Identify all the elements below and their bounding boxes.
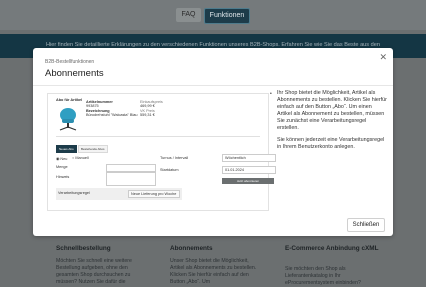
radio-neu-label: Neu bbox=[60, 157, 68, 161]
tab-neues-abo[interactable]: Neues Abo bbox=[56, 145, 77, 153]
modal-category: B2B-Bestellfunktionen bbox=[45, 59, 95, 65]
feature-screenshot: Abo für Artikel Artikelnummer 993875 Bez… bbox=[47, 93, 276, 211]
card-title-abonnements[interactable]: Abonnements bbox=[170, 245, 213, 252]
bullet-icon: • bbox=[270, 91, 272, 97]
chair-product-image bbox=[59, 108, 77, 131]
modal-description: Ihr Shop bietet die Möglichkeit, Artikel… bbox=[277, 90, 387, 156]
artnr-value: 993875 bbox=[86, 104, 99, 108]
abo-heading: Abo für Artikel bbox=[56, 98, 83, 102]
turnus-label: Turnus / Intervall bbox=[160, 156, 189, 160]
subscribe-button[interactable]: Jetzt abonnieren bbox=[222, 178, 274, 184]
startdatum-label: Startdatum bbox=[160, 168, 179, 172]
description-paragraph-2: Sie können jederzeit eine Verarbeitungsr… bbox=[277, 137, 385, 150]
card-title-schnellbestellung[interactable]: Schnellbestellung bbox=[56, 245, 111, 252]
startdatum-input[interactable]: 01.01.2024 bbox=[222, 166, 276, 174]
vk-value: 559,31 € bbox=[140, 113, 155, 117]
divider bbox=[56, 136, 260, 137]
menge-label: Menge bbox=[56, 165, 68, 169]
hinweis-label: Hinweis bbox=[56, 175, 70, 179]
regel-row: Verarbeitungsregel Neue Lieferung pro Wo… bbox=[56, 188, 182, 200]
radio-neu[interactable]: ◉ Neu bbox=[56, 156, 67, 161]
card-text-schnellbestellung: Möchten Sie schnell eine weitere Bestell… bbox=[56, 258, 132, 285]
modal-title: Abonnements bbox=[45, 68, 104, 79]
description-paragraph-1: Ihr Shop bietet die Möglichkeit, Artikel… bbox=[277, 90, 387, 131]
regel-value: Neue Lieferung pro Woche bbox=[131, 192, 177, 196]
card-text-abonnements: Unser Shop bietet die Möglichkeit, Artik… bbox=[170, 258, 257, 285]
turnus-value: Wöchentlich bbox=[225, 156, 246, 160]
feature-modal: B2B-Bestellfunktionen Abonnements ✕ Abo … bbox=[33, 48, 393, 236]
card-title-ecommerce[interactable]: E-Commerce Anbindung cXML bbox=[285, 245, 385, 252]
startdatum-value: 01.01.2024 bbox=[225, 168, 245, 172]
regel-select[interactable]: Neue Lieferung pro Woche bbox=[128, 190, 180, 198]
bez-value: Bürodrehstuhl "Walcasta" Blau bbox=[86, 113, 138, 117]
tab-bestehende-abos[interactable]: Bestehende Abos bbox=[78, 145, 108, 153]
regel-label: Verarbeitungsregel bbox=[58, 191, 90, 195]
radio-manuell[interactable]: ○ Manuell bbox=[72, 156, 89, 160]
menge-input[interactable] bbox=[106, 164, 156, 172]
close-icon[interactable]: ✕ bbox=[379, 52, 387, 63]
tab-faq[interactable]: FAQ bbox=[176, 8, 201, 22]
modal-divider bbox=[33, 85, 393, 86]
close-button[interactable]: Schließen bbox=[347, 218, 385, 232]
radio-manuell-label: Manuell bbox=[75, 156, 89, 160]
turnus-select[interactable]: Wöchentlich bbox=[222, 154, 276, 162]
hinweis-input[interactable] bbox=[106, 172, 156, 186]
tab-funktionen[interactable]: Funktionen bbox=[204, 8, 250, 24]
ek-value: 469,99 € bbox=[140, 104, 155, 108]
top-navigation: FAQ Funktionen bbox=[0, 0, 426, 30]
